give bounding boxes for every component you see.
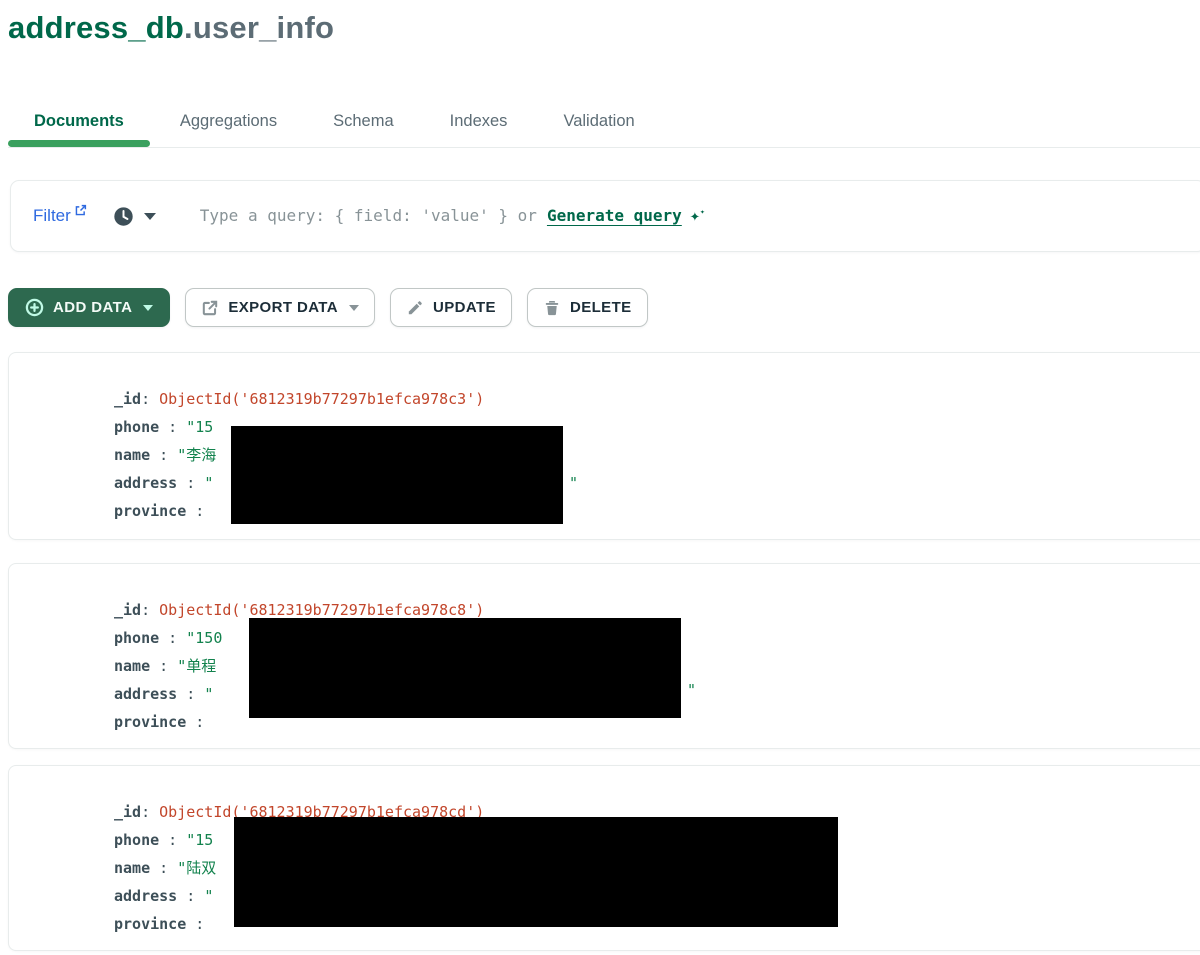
external-link-icon [74,204,87,217]
page-title: address_db.user_info [8,10,334,46]
string-close-quote: " [687,676,696,704]
add-data-button[interactable]: ADD DATA [8,288,170,327]
collection-name: .user_info [184,10,334,45]
document-card[interactable]: _id: ObjectId('6812319b77297b1efca978cd'… [8,765,1200,951]
tab-aggregations[interactable]: Aggregations [154,96,303,147]
plus-circle-icon [25,298,44,317]
chevron-down-icon [144,213,156,220]
export-data-label: EXPORT DATA [228,299,338,316]
redaction-box [249,618,681,718]
tab-documents[interactable]: Documents [8,96,150,147]
string-close-quote: " [569,469,578,497]
clock-icon [113,206,134,227]
update-label: UPDATE [433,299,496,316]
document-card[interactable]: _id: ObjectId('6812319b77297b1efca978c8'… [8,563,1200,749]
tab-indexes[interactable]: Indexes [424,96,534,147]
collection-tabs: Documents Aggregations Schema Indexes Va… [8,96,1200,148]
trash-icon [543,299,561,317]
query-bar[interactable]: Filter Type a query: { field: 'value' } … [10,180,1200,252]
add-data-label: ADD DATA [53,299,132,316]
export-icon [201,299,219,317]
pencil-icon [406,299,424,317]
tab-validation[interactable]: Validation [537,96,660,147]
generate-query-link[interactable]: Generate query [547,206,682,225]
collection-view: address_db.user_info Documents Aggregati… [0,0,1200,955]
chevron-down-icon [143,305,153,311]
filter-link[interactable]: Filter [33,206,87,226]
redaction-box [234,817,838,927]
crud-toolbar: ADD DATA EXPORT DATA UPDATE [8,288,648,327]
database-name: address_db [8,10,184,45]
query-placeholder: Type a query: { field: 'value' } or [200,206,537,225]
redaction-box [231,426,563,524]
sparkle-icon [690,206,705,225]
query-history-button[interactable] [113,206,156,227]
field-id: _id: ObjectId('6812319b77297b1efca978c3'… [114,385,1200,413]
query-input[interactable]: Type a query: { field: 'value' } or Gener… [200,206,705,226]
filter-label: Filter [33,206,71,226]
delete-label: DELETE [570,299,632,316]
tab-schema[interactable]: Schema [307,96,420,147]
chevron-down-icon [349,305,359,311]
delete-button[interactable]: DELETE [527,288,648,327]
document-card[interactable]: _id: ObjectId('6812319b77297b1efca978c3'… [8,352,1200,540]
export-data-button[interactable]: EXPORT DATA [185,288,375,327]
update-button[interactable]: UPDATE [390,288,512,327]
